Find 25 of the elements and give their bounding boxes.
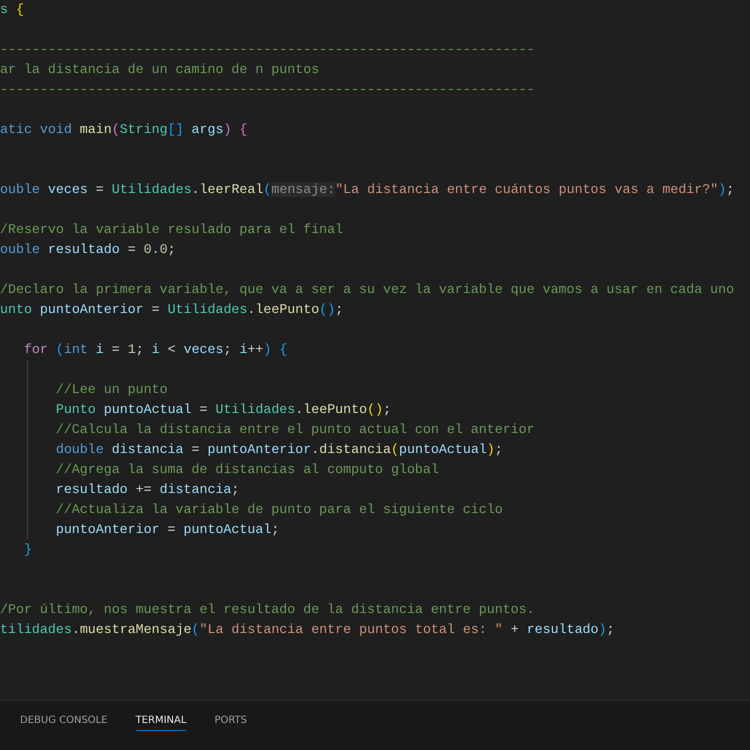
code-line: ouble veces = Utilidades.leerReal(mensaje:"La distancia entre cuántos puntos vas a medir?");	[0, 181, 734, 199]
code-line: resultado += distancia;	[56, 481, 240, 499]
code-line: ouble resultado = 0.0;	[0, 241, 176, 259]
panel-tab[interactable]: PORTS	[214, 711, 248, 731]
code-line: /Declaro la primera variable, que va a ser a su vez la variable que vamos a usar en cada uno	[0, 281, 734, 299]
code-line: //Actualiza la variable de punto para el siguiente ciclo	[56, 501, 503, 519]
code-line: ar la distancia de un camino de n puntos	[0, 61, 320, 79]
code-line: atic void main(String[] args) {	[0, 121, 248, 139]
code-line: double distancia = puntoAnterior.distancia(puntoActual);	[56, 441, 503, 459]
code-line: }	[24, 541, 32, 559]
panel-tab[interactable]: TERMINAL	[136, 711, 186, 731]
code-line: //Lee un punto	[56, 381, 168, 399]
code-line: -------------------------------------------------------------------	[0, 81, 535, 99]
code-line: /Por último, nos muestra el resultado de la distancia entre puntos.	[0, 601, 535, 619]
code-line: s {	[0, 1, 24, 19]
code-line: //Agrega la suma de distancias al computo global	[56, 461, 439, 479]
code-line: /Reservo la variable resulado para el final	[0, 221, 344, 239]
code-line: unto puntoAnterior = Utilidades.leePunto();	[0, 301, 344, 319]
code-line: -------------------------------------------------------------------	[0, 41, 535, 59]
code-line: tilidades.muestraMensaje("La distancia entre puntos total es: " + resultado);	[0, 621, 614, 639]
code-line: puntoAnterior = puntoActual;	[56, 521, 280, 539]
panel-tab[interactable]: DEBUG CONSOLE	[20, 711, 108, 731]
code-line: Punto puntoActual = Utilidades.leePunto();	[56, 401, 392, 419]
code-line: //Calcula la distancia entre el punto actual con el anterior	[56, 421, 535, 439]
code-line: for (int i = 1; i < veces; i++) {	[24, 341, 288, 359]
